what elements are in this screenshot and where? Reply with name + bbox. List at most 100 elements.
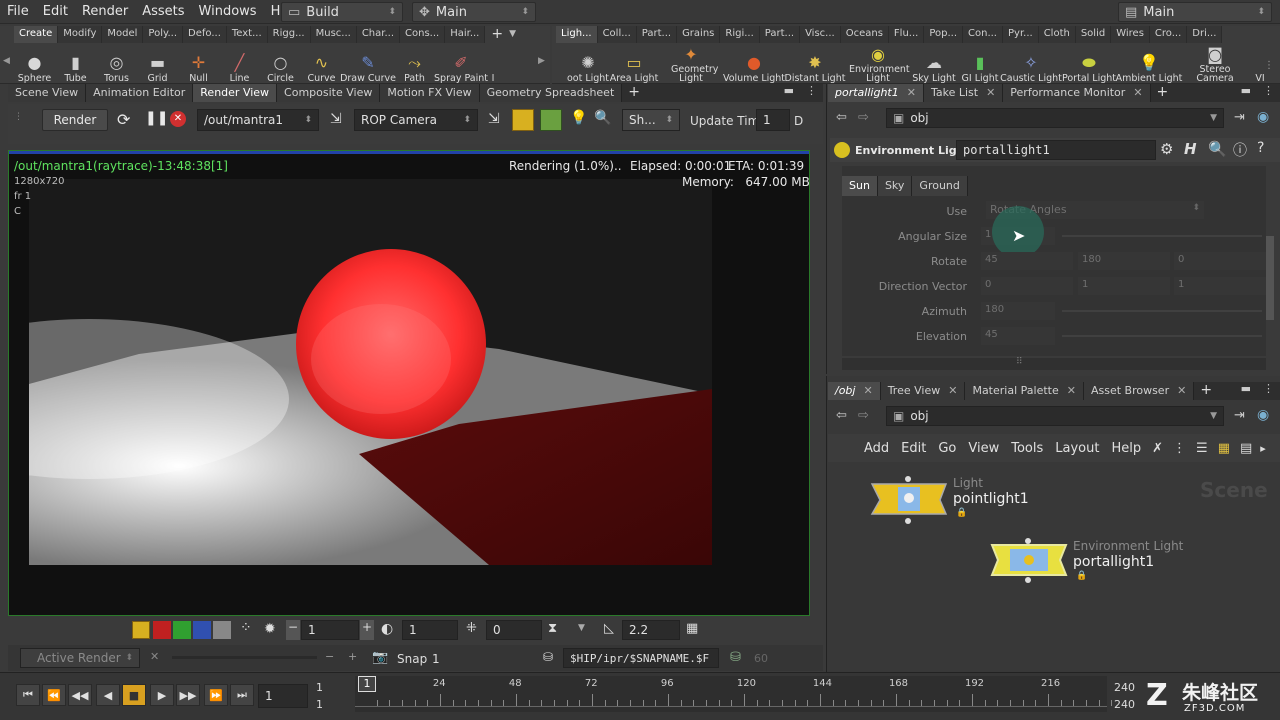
param-rotate-z[interactable]: 0 (1174, 252, 1266, 270)
shading-select[interactable]: Sh... ⬍ (622, 109, 680, 131)
alpha-channel-icon[interactable] (213, 621, 231, 639)
pane-menu-icon[interactable]: ⋮ (800, 84, 823, 102)
tab-sky[interactable]: Sky (877, 176, 913, 196)
camera-jump-icon[interactable]: ⇲ (488, 111, 500, 127)
snapshot-path-field[interactable]: $HIP/ipr/$SNAPNAME.$F (563, 648, 719, 668)
network-path-field[interactable]: ▣ obj ▼ (886, 406, 1224, 426)
shelf-tab-constraints[interactable]: Cons... (400, 26, 446, 43)
shelf-tab-hair[interactable]: Hair... (445, 26, 486, 43)
tool-overflow[interactable]: I (487, 45, 499, 84)
shelf-scroll-right-icon[interactable]: ▶ (538, 56, 545, 66)
stop-button[interactable]: ■ (122, 684, 146, 706)
driver-jump-icon[interactable]: ⇲ (330, 111, 342, 127)
param-angular-size-slider[interactable] (1062, 235, 1262, 237)
network-link-icon[interactable]: ◉ (1257, 407, 1269, 423)
right-desktop-select[interactable]: ▤ Main ⬍ (1118, 2, 1272, 22)
back-icon[interactable]: ⇦ (836, 110, 847, 125)
param-direction-y[interactable]: 1 (1078, 277, 1170, 295)
pane-menu-icon[interactable]: ⋮ (1257, 84, 1280, 102)
tab-portallight1[interactable]: portallight1 ✕ (828, 84, 924, 102)
start-frame-value-2[interactable]: 1 (316, 698, 323, 711)
refresh-icon[interactable]: ⟳ (117, 110, 130, 129)
tab-ground[interactable]: Ground (912, 176, 968, 196)
close-tab-icon[interactable]: ✕ (948, 384, 957, 397)
add-shelf-icon[interactable]: + (485, 26, 509, 43)
help-icon[interactable]: ? (1257, 140, 1264, 156)
network-menu-layout[interactable]: Layout (1049, 441, 1105, 456)
shelf-tab-create[interactable]: Create (14, 26, 59, 43)
pointlight-name-label[interactable]: pointlight1 (953, 491, 1029, 507)
grid-view-icon[interactable]: ▦ (1213, 441, 1235, 456)
network-menu-tools[interactable]: Tools (1005, 441, 1049, 456)
close-tab-icon[interactable]: ✕ (1177, 384, 1186, 397)
tool-torus[interactable]: ◎ Torus (96, 45, 137, 83)
tool-curve[interactable]: ∿ Curve (301, 45, 342, 83)
tool-sky-light[interactable]: ☁ Sky Light (910, 45, 958, 83)
contrast-field[interactable]: 1 (402, 620, 458, 640)
brightness-icon[interactable]: ✹ (264, 621, 276, 637)
add-pane-tab-icon[interactable]: + (1194, 382, 1218, 400)
tool-sphere[interactable]: ● Sphere (14, 45, 55, 83)
active-render-select[interactable]: Active Render ⬍ (20, 648, 140, 668)
shelf-tab-model[interactable]: Model (102, 26, 144, 43)
close-tab-icon[interactable]: ✕ (863, 384, 872, 397)
tool-caustic-light[interactable]: ✧ Caustic Light (1000, 45, 1062, 83)
network-menu-view[interactable]: View (962, 441, 1005, 456)
param-elevation-slider[interactable] (1062, 335, 1262, 337)
shelf-tab-container[interactable]: Con... (963, 26, 1003, 43)
step-forward-button[interactable]: ▶▶ (176, 684, 200, 706)
param-direction-x[interactable]: 0 (981, 277, 1073, 295)
tab-scene-view[interactable]: Scene View (8, 84, 87, 102)
tool-portal-light[interactable]: ⬬ Portal Light (1060, 45, 1118, 83)
tool-geometry-light[interactable]: ✦ Geometry Light (658, 45, 724, 83)
shelf-tab-particle-fluids[interactable]: Part... (759, 26, 801, 43)
shelf-tab-rigid[interactable]: Rigi... (720, 26, 760, 43)
update-time-field[interactable]: 1 (756, 109, 790, 131)
save-snapshot-icon[interactable]: ⛁ (543, 650, 553, 664)
snapshot-slider[interactable] (172, 656, 317, 659)
link-icon[interactable]: ◉ (1257, 109, 1269, 125)
forward-icon[interactable]: ⇨ (858, 110, 869, 125)
exposure-dots-icon[interactable]: ⁘ (240, 620, 252, 636)
param-rotate-x[interactable]: 45 (981, 252, 1073, 270)
offset-icon[interactable]: ⁜ (466, 621, 477, 636)
menu-file[interactable]: File (0, 0, 36, 24)
node-input-connector[interactable] (905, 476, 911, 482)
add-pane-tab-icon[interactable]: + (622, 84, 646, 102)
network-menu-help[interactable]: Help (1105, 441, 1147, 456)
tool-distant-light[interactable]: ✸ Distant Light (784, 45, 846, 83)
gear-icon[interactable]: ⚙ (1160, 140, 1173, 158)
shelf-tab-pyro[interactable]: Pyr... (1003, 26, 1039, 43)
increment-button[interactable]: + (360, 620, 374, 640)
param-elevation-field[interactable]: 45 (981, 327, 1055, 345)
network-forward-icon[interactable]: ⇨ (858, 408, 869, 423)
tab-performance-monitor[interactable]: Performance Monitor ✕ (1003, 84, 1151, 102)
tool-gi-light[interactable]: ▮ GI Light (958, 45, 1002, 83)
tab-motion-fx-view[interactable]: Motion FX View (380, 84, 480, 102)
tab-obj[interactable]: /obj ✕ (828, 382, 881, 400)
pane-maximize-icon[interactable]: ▬ (778, 84, 800, 102)
tile-view-icon[interactable]: ▤ (1235, 441, 1257, 456)
add-pane-tab-icon[interactable]: + (1151, 84, 1175, 102)
tool-draw-curve[interactable]: ✎ Draw Curve (340, 45, 396, 83)
tool-path[interactable]: ⤳ Path (394, 45, 435, 83)
tool-root-light[interactable]: ✺ oot Light (566, 45, 610, 83)
toolbar-collapse-icon[interactable]: ⋮ (14, 112, 23, 122)
zoom-icon[interactable]: 🔍 (594, 110, 611, 126)
render-region-icon[interactable] (512, 109, 534, 131)
tool-area-light[interactable]: ▭ Area Light (610, 45, 659, 83)
menu-assets[interactable]: Assets (135, 0, 191, 24)
shelf-tab-populate[interactable]: Pop... (924, 26, 964, 43)
snapshot-save-icon[interactable]: ⛁ (730, 650, 741, 665)
gamma-field[interactable]: 2.2 (622, 620, 680, 640)
param-rotate-y[interactable]: 180 (1078, 252, 1170, 270)
tab-take-list[interactable]: Take List ✕ (923, 84, 1004, 102)
right-shelf-scroll-icon[interactable]: ⋮ (1264, 60, 1274, 71)
shelf-tab-oceans[interactable]: Oceans (840, 26, 889, 43)
shelf-tab-deform[interactable]: Defo... (183, 26, 227, 43)
node-output-connector[interactable] (905, 518, 911, 524)
tool-circle[interactable]: ○ Circle (260, 45, 301, 83)
node-name-field[interactable]: portallight1 (956, 140, 1156, 160)
step-to-end-key-button[interactable]: ⏩ (204, 684, 228, 706)
lut-dropdown-icon[interactable]: ▼ (578, 623, 585, 633)
